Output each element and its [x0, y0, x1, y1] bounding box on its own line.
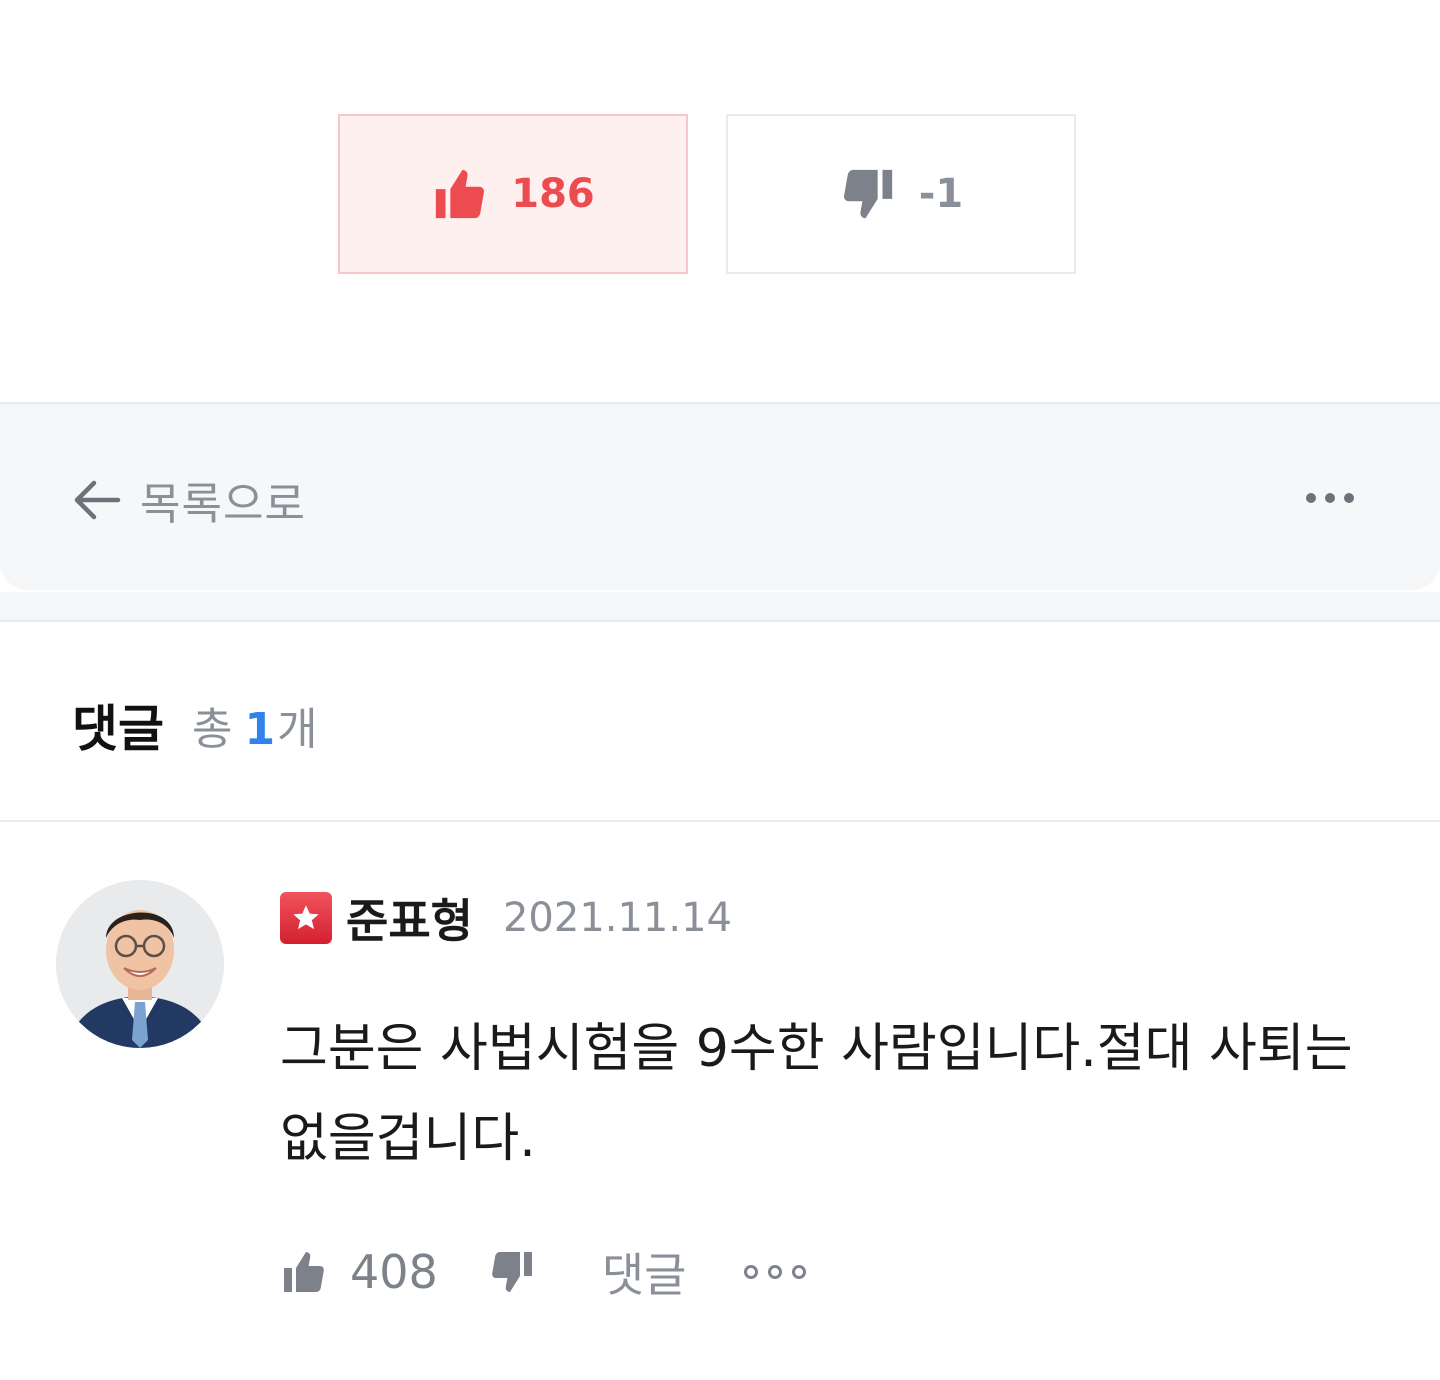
comments-title: 댓글 — [72, 700, 164, 758]
comment-dislike-button[interactable] — [488, 1248, 536, 1296]
reply-button[interactable]: 댓글 — [602, 1239, 687, 1305]
comment-actions: 408 댓글 — [280, 1239, 807, 1305]
comments-header: 댓글 총 1개 — [72, 690, 318, 760]
like-count: 186 — [511, 171, 595, 217]
comment-like-count: 408 — [350, 1245, 438, 1299]
dislike-count: -1 — [918, 171, 964, 217]
arrow-left-icon — [74, 480, 121, 520]
thumbs-down-icon — [843, 169, 892, 219]
comment-author-row: 준표형 2021.11.14 — [280, 886, 732, 950]
post-nav-bar: 목록으로 — [0, 402, 1440, 590]
more-options-icon[interactable] — [1306, 486, 1354, 510]
comment-like-button[interactable]: 408 — [280, 1245, 438, 1299]
comment-date: 2021.11.14 — [502, 895, 732, 941]
back-to-list-button[interactable]: 목록으로 — [72, 470, 306, 530]
dislike-button[interactable]: -1 — [726, 114, 1076, 274]
thumbs-down-icon — [491, 1252, 532, 1292]
section-separator — [0, 592, 1440, 622]
comments-total: 총 1개 — [192, 704, 318, 755]
comment-more-icon[interactable] — [744, 1265, 807, 1279]
avatar[interactable] — [56, 880, 224, 1048]
comments-count: 1 — [244, 704, 276, 755]
like-button[interactable]: 186 — [338, 114, 688, 274]
thumbs-up-icon — [284, 1252, 324, 1292]
comment-body: 그분은 사법시험을 9수한 사람입니다.절대 사퇴는 없을겁니다. — [280, 1019, 1353, 1169]
divider — [0, 820, 1440, 822]
back-label: 목록으로 — [140, 479, 306, 530]
thumbs-up-icon — [436, 169, 485, 219]
comment-author[interactable]: 준표형 — [346, 885, 473, 951]
star-badge-icon — [280, 892, 332, 944]
